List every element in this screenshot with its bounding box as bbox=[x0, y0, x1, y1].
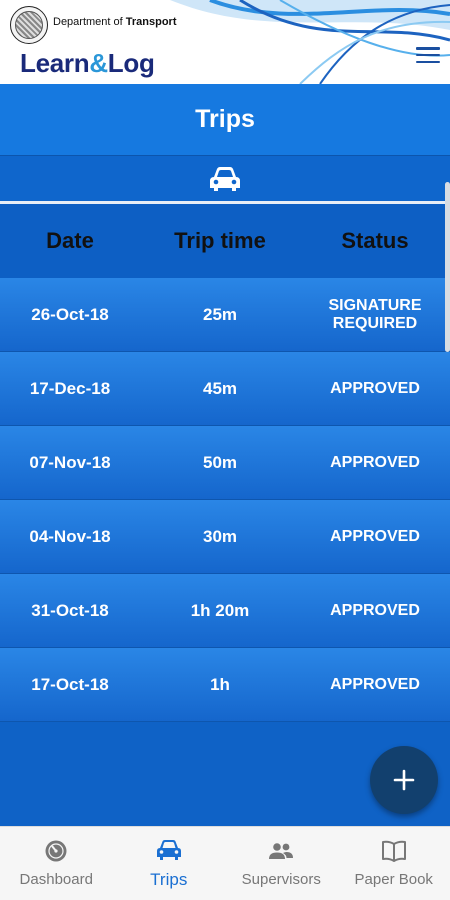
trip-duration: 30m bbox=[202, 526, 238, 546]
nav-label: Dashboard bbox=[19, 871, 93, 888]
menu-icon[interactable] bbox=[414, 44, 442, 66]
car-icon bbox=[156, 839, 181, 860]
column-header-date: Date bbox=[46, 228, 94, 253]
table-row[interactable]: 17-Dec-18 45m APPROVED bbox=[0, 352, 450, 426]
table-header: Date Trip time Status bbox=[0, 204, 450, 278]
page-title: Trips bbox=[0, 84, 450, 156]
column-header-trip-time: Trip time bbox=[174, 228, 266, 253]
header-swoosh-graphic bbox=[170, 0, 450, 84]
trip-duration: 25m bbox=[202, 304, 238, 324]
bottom-navigation: Dashboard Trips Supervisors Paper Book bbox=[0, 826, 450, 900]
book-icon bbox=[381, 840, 406, 862]
trip-status: APPROVED bbox=[330, 601, 420, 619]
trip-date: 26-Oct-18 bbox=[31, 304, 109, 324]
trip-duration: 45m bbox=[202, 378, 238, 398]
trip-duration: 1h bbox=[210, 674, 230, 694]
trip-date: 17-Dec-18 bbox=[29, 378, 111, 398]
trip-type-row bbox=[0, 156, 450, 204]
trip-duration: 1h 20m bbox=[190, 600, 250, 620]
department-label: Department of Transport bbox=[53, 16, 177, 28]
trip-status: APPROVED bbox=[330, 453, 420, 471]
trip-status: APPROVED bbox=[330, 527, 420, 545]
trip-date: 31-Oct-18 bbox=[31, 600, 109, 620]
nav-item-dashboard[interactable]: Dashboard bbox=[0, 827, 113, 900]
trip-date: 04-Nov-18 bbox=[29, 526, 111, 546]
trip-status: SIGNATURE REQUIRED bbox=[328, 296, 422, 332]
trip-status: APPROVED bbox=[330, 675, 420, 693]
car-icon bbox=[210, 166, 240, 191]
add-trip-button[interactable] bbox=[370, 746, 438, 814]
table-row[interactable]: 31-Oct-18 1h 20m APPROVED bbox=[0, 574, 450, 648]
nav-item-trips[interactable]: Trips bbox=[113, 827, 226, 900]
trip-duration: 50m bbox=[202, 452, 238, 472]
learn-and-log-logo: Learn&Log bbox=[20, 48, 155, 78]
nav-item-paper-book[interactable]: Paper Book bbox=[338, 827, 450, 900]
trips-list: 26-Oct-18 25m SIGNATURE REQUIRED 17-Dec-1… bbox=[0, 278, 450, 722]
trip-date: 17-Oct-18 bbox=[31, 674, 109, 694]
nav-item-supervisors[interactable]: Supervisors bbox=[225, 827, 338, 900]
dashboard-icon bbox=[45, 840, 67, 862]
nav-label: Trips bbox=[150, 869, 188, 889]
people-icon bbox=[269, 843, 294, 859]
trip-status: APPROVED bbox=[330, 379, 420, 397]
column-header-status: Status bbox=[341, 228, 409, 253]
plus-icon bbox=[393, 769, 415, 791]
scrollbar[interactable] bbox=[445, 182, 450, 352]
table-row[interactable]: 04-Nov-18 30m APPROVED bbox=[0, 500, 450, 574]
table-row[interactable]: 17-Oct-18 1h APPROVED bbox=[0, 648, 450, 722]
trips-screen: Trips Date Trip time Status 26-Oct-18 25… bbox=[0, 84, 450, 826]
nav-label: Supervisors bbox=[241, 871, 321, 888]
trip-date: 07-Nov-18 bbox=[29, 452, 111, 472]
wa-crest-logo bbox=[10, 6, 48, 44]
app-header: Department of Transport Learn&Log bbox=[0, 0, 450, 84]
table-row[interactable]: 26-Oct-18 25m SIGNATURE REQUIRED bbox=[0, 278, 450, 352]
table-row[interactable]: 07-Nov-18 50m APPROVED bbox=[0, 426, 450, 500]
nav-label: Paper Book bbox=[354, 871, 433, 888]
